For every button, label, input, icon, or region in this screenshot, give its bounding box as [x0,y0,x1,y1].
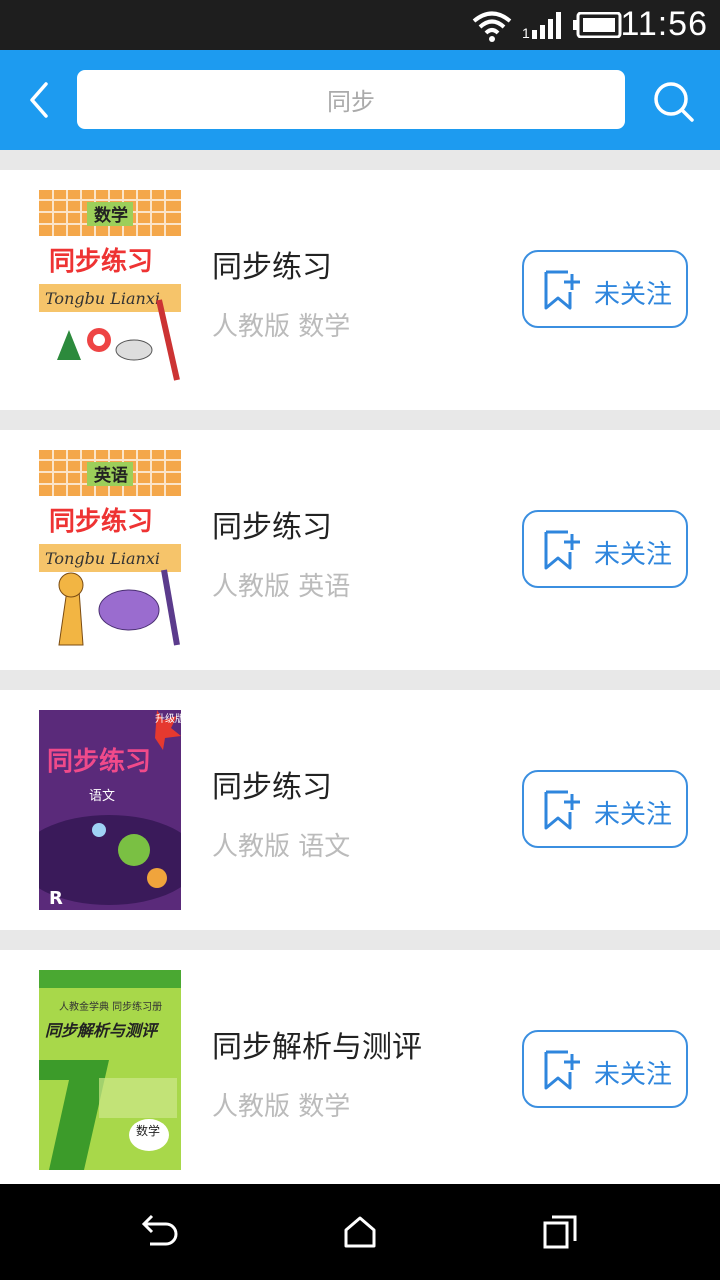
status-time: 11:56 [620,5,708,43]
back-icon[interactable] [140,1214,180,1250]
wifi-icon [472,11,512,42]
bookmark-add-icon [544,1050,580,1090]
recent-apps-icon[interactable] [542,1214,578,1250]
bookmark-add-icon [544,530,580,570]
back-arrow-icon[interactable] [20,78,60,122]
system-nav-bar [0,1184,720,1280]
cover-subject: 英语 [94,465,128,486]
bookmark-add-icon [544,270,580,310]
follow-button[interactable]: 未关注 [522,250,688,328]
book-cover-image: 数学 同步练习 Tongbu Lianxi [39,190,181,390]
svg-text:1: 1 [522,25,530,40]
book-title: 同步解析与测评 [212,1030,422,1065]
bookmark-add-icon [544,790,580,830]
cover-subject: 数学 [94,205,128,226]
status-bar: 1 11:56 [0,0,720,50]
cover-title: 同步练习 [49,246,153,277]
follow-label: 未关注 [594,800,673,830]
follow-button[interactable]: 未关注 [522,770,688,848]
follow-label: 未关注 [594,280,673,310]
list-item[interactable]: 英语 同步练习 Tongbu Lianxi 同步练习 人教版 英语 未关注 [0,430,720,670]
book-edition: 人教版 语文 [212,832,351,862]
follow-label: 未关注 [594,1060,673,1090]
cover-badge: 升级版 [155,712,181,725]
book-edition: 人教版 数学 [212,312,351,342]
cover-series: 人教金学典 同步练习册 [59,1000,162,1013]
top-app-bar: 同步 [0,50,720,150]
book-edition: 人教版 英语 [212,572,351,602]
book-title: 同步练习 [212,770,332,805]
home-icon[interactable] [342,1214,378,1250]
book-title: 同步练习 [212,250,332,285]
follow-button[interactable]: 未关注 [522,510,688,588]
cover-subject: 语文 [89,789,115,804]
book-cover-image: 升级版 同步练习 语文 R [39,710,181,910]
book-edition: 人教版 数学 [212,1092,351,1122]
battery-icon [573,12,622,38]
search-placeholder: 同步 [327,88,375,116]
book-cover-image: 英语 同步练习 Tongbu Lianxi [39,450,181,650]
cover-pinyin: Tongbu Lianxi [45,289,160,308]
list-item[interactable]: 升级版 同步练习 语文 R 同步练习 人教版 语文 未关注 [0,690,720,930]
book-title: 同步练习 [212,510,332,545]
search-input[interactable]: 同步 [77,70,625,129]
cover-subject: 数学 [136,1123,160,1138]
cover-pinyin: Tongbu Lianxi [45,549,160,568]
list-item[interactable]: 人教金学典 同步练习册 同步解析与测评 数学 同步解析与测评 人教版 数学 未关… [0,950,720,1190]
cover-title: 同步练习 [47,746,151,777]
book-cover-image: 人教金学典 同步练习册 同步解析与测评 数学 [39,970,181,1170]
cover-title: 同步解析与测评 [45,1021,160,1040]
cover-mark: R [49,888,63,909]
follow-button[interactable]: 未关注 [522,1030,688,1108]
list-item[interactable]: 数学 同步练习 Tongbu Lianxi 同步练习 人教版 数学 未关注 [0,170,720,410]
cover-title: 同步练习 [49,506,153,537]
follow-label: 未关注 [594,540,673,570]
search-icon[interactable] [650,78,696,124]
signal-icon: 1 [522,12,561,40]
